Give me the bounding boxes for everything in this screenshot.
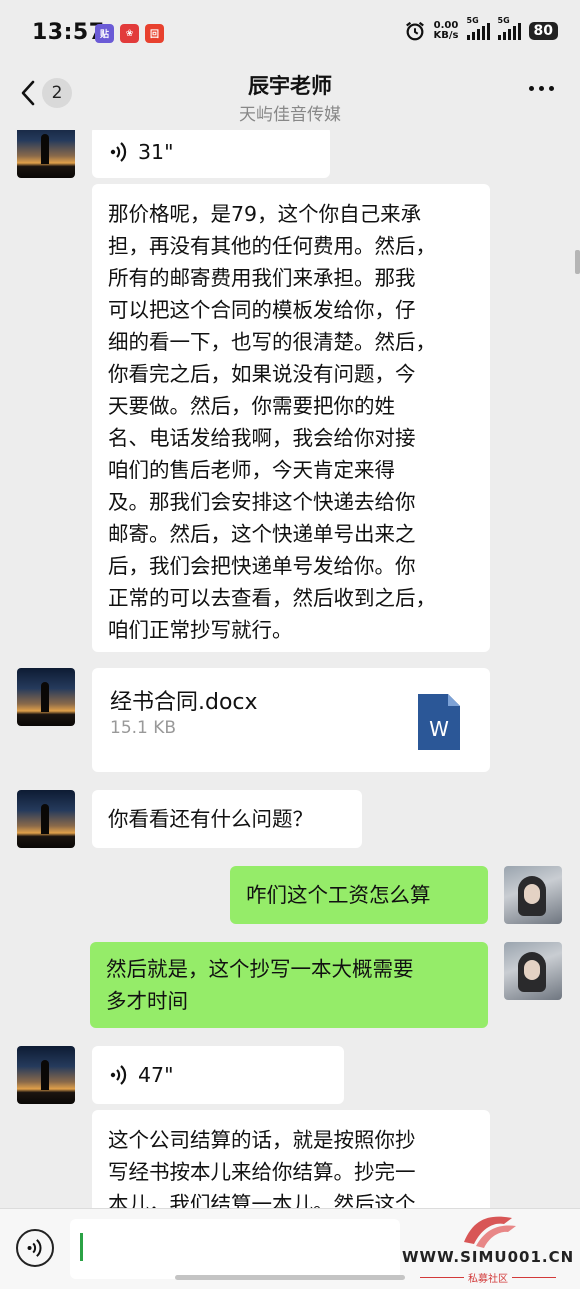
signal-1-icon: 5G [466, 16, 490, 40]
text-message[interactable]: 那价格呢，是79，这个你自己来承 担，再没有其他的任何费用。然后， 所有的邮寄费… [92, 184, 490, 652]
message-line: 正常的可以去查看，然后收到之后， [108, 586, 436, 610]
message-line: 本儿，我们结算一本儿。然后这个 [108, 1192, 416, 1208]
alarm-icon [405, 21, 424, 41]
word-icon-letter: W [429, 717, 449, 741]
status-time: 13:57 [32, 20, 105, 45]
net-speed-unit: KB/s [433, 30, 459, 41]
voice-wave-icon [27, 1239, 42, 1257]
signal-2-icon: 5G [497, 16, 521, 40]
dot [529, 86, 534, 91]
message-line: 邮寄。然后，这个快递单号出来之 [108, 522, 416, 546]
message-line: 咋们这个工资怎么算 [246, 883, 431, 907]
status-bar: 13:57 贴 ❀ 回 0.00 KB/s 5G 5G 80 [0, 0, 580, 64]
message-line: 天要做。然后，你需要把你的姓 [108, 394, 395, 418]
sim2-label: 5G [497, 16, 510, 25]
chat-header: 2 辰宇老师 天屿佳音传媒 [0, 64, 580, 130]
chat-subtitle: 天屿佳音传媒 [239, 105, 341, 125]
message-line: 多才时间 [106, 989, 188, 1013]
message-line: 细的看一下，也写的很清楚。然后， [108, 330, 436, 354]
text-cursor [80, 1233, 83, 1261]
net-speed: 0.00 KB/s [434, 21, 459, 41]
watermark-logo-icon [464, 1216, 516, 1248]
watermark: WWW.SIMU001.CN 私募社区 [398, 1208, 580, 1289]
voice-duration: 31" [138, 140, 174, 164]
voice-wave-icon [110, 1065, 127, 1085]
divider [512, 1277, 556, 1278]
word-document-icon: W [418, 694, 460, 750]
message-line: 咱们正常抄写就行。 [108, 618, 293, 642]
home-indicator[interactable] [175, 1275, 405, 1280]
contact-avatar[interactable] [17, 1046, 75, 1104]
chat-title: 辰宇老师 [248, 74, 332, 98]
more-options-button[interactable] [529, 86, 554, 91]
status-app-icons: 贴 ❀ 回 [95, 24, 164, 43]
voice-wave-icon [110, 142, 127, 162]
text-message-outgoing[interactable]: 咋们这个工资怎么算 [230, 866, 488, 924]
voice-message[interactable]: 47" [92, 1046, 344, 1104]
app-badge-2-icon: ❀ [120, 24, 139, 43]
message-line: 及。那我们会安排这个快递去给你 [108, 490, 416, 514]
watermark-sub-text: 私募社区 [468, 1274, 508, 1285]
watermark-sub: 私募社区 [398, 1270, 578, 1285]
dot [539, 86, 544, 91]
contact-avatar[interactable] [17, 668, 75, 726]
message-line: 可以把这个合同的模板发给你，仔 [108, 298, 416, 322]
voice-duration: 47" [138, 1063, 174, 1087]
message-line: 然后就是，这个抄写一本大概需要 [106, 957, 414, 981]
chat-message-list[interactable]: 31" 那价格呢，是79，这个你自己来承 担，再没有其他的任何费用。然后， 所有… [0, 130, 580, 1208]
message-line: 咱们的售后老师，今天肯定来得 [108, 458, 395, 482]
scrollbar[interactable] [575, 250, 580, 274]
status-right: 0.00 KB/s 5G 5G 80 [404, 16, 558, 42]
text-message[interactable]: 你看看还有什么问题？ [92, 790, 362, 848]
voice-message[interactable]: 31" [92, 130, 330, 178]
voice-input-toggle[interactable] [16, 1229, 54, 1267]
message-line: 你看完之后，如果说没有问题，今 [108, 362, 416, 386]
contact-avatar[interactable] [17, 130, 75, 178]
message-line: 你看看还有什么问题？ [108, 807, 313, 831]
app-badge-3-icon: 回 [145, 24, 164, 43]
message-line: 担，再没有其他的任何费用。然后， [108, 234, 436, 258]
my-avatar[interactable] [504, 942, 562, 1000]
text-message-outgoing[interactable]: 然后就是，这个抄写一本大概需要 多才时间 [90, 942, 488, 1028]
contact-avatar[interactable] [17, 790, 75, 848]
message-line: 写经书按本儿来给你结算。抄完一 [108, 1160, 416, 1184]
message-input[interactable] [70, 1219, 400, 1279]
message-line: 后，我们会把快递单号发给你。你 [108, 554, 416, 578]
watermark-text: WWW.SIMU001.CN [402, 1248, 575, 1266]
message-line: 那价格呢，是79，这个你自己来承 [108, 202, 422, 226]
text-message[interactable]: 这个公司结算的话，就是按照你抄 写经书按本儿来给你结算。抄完一 本儿，我们结算一… [92, 1110, 490, 1208]
message-line: 名、电话发给我啊，我会给你对接 [108, 426, 416, 450]
divider [420, 1277, 464, 1278]
sim1-label: 5G [466, 16, 479, 25]
file-message[interactable]: 经书合同.docx 15.1 KB W [92, 668, 490, 772]
app-badge-1-icon: 贴 [95, 24, 114, 43]
file-size: 15.1 KB [110, 718, 177, 738]
dot [549, 86, 554, 91]
message-line: 所有的邮寄费用我们来承担。那我 [108, 266, 416, 290]
file-name: 经书合同.docx [110, 690, 258, 715]
my-avatar[interactable] [504, 866, 562, 924]
message-line: 这个公司结算的话，就是按照你抄 [108, 1128, 416, 1152]
battery-indicator: 80 [528, 22, 558, 40]
